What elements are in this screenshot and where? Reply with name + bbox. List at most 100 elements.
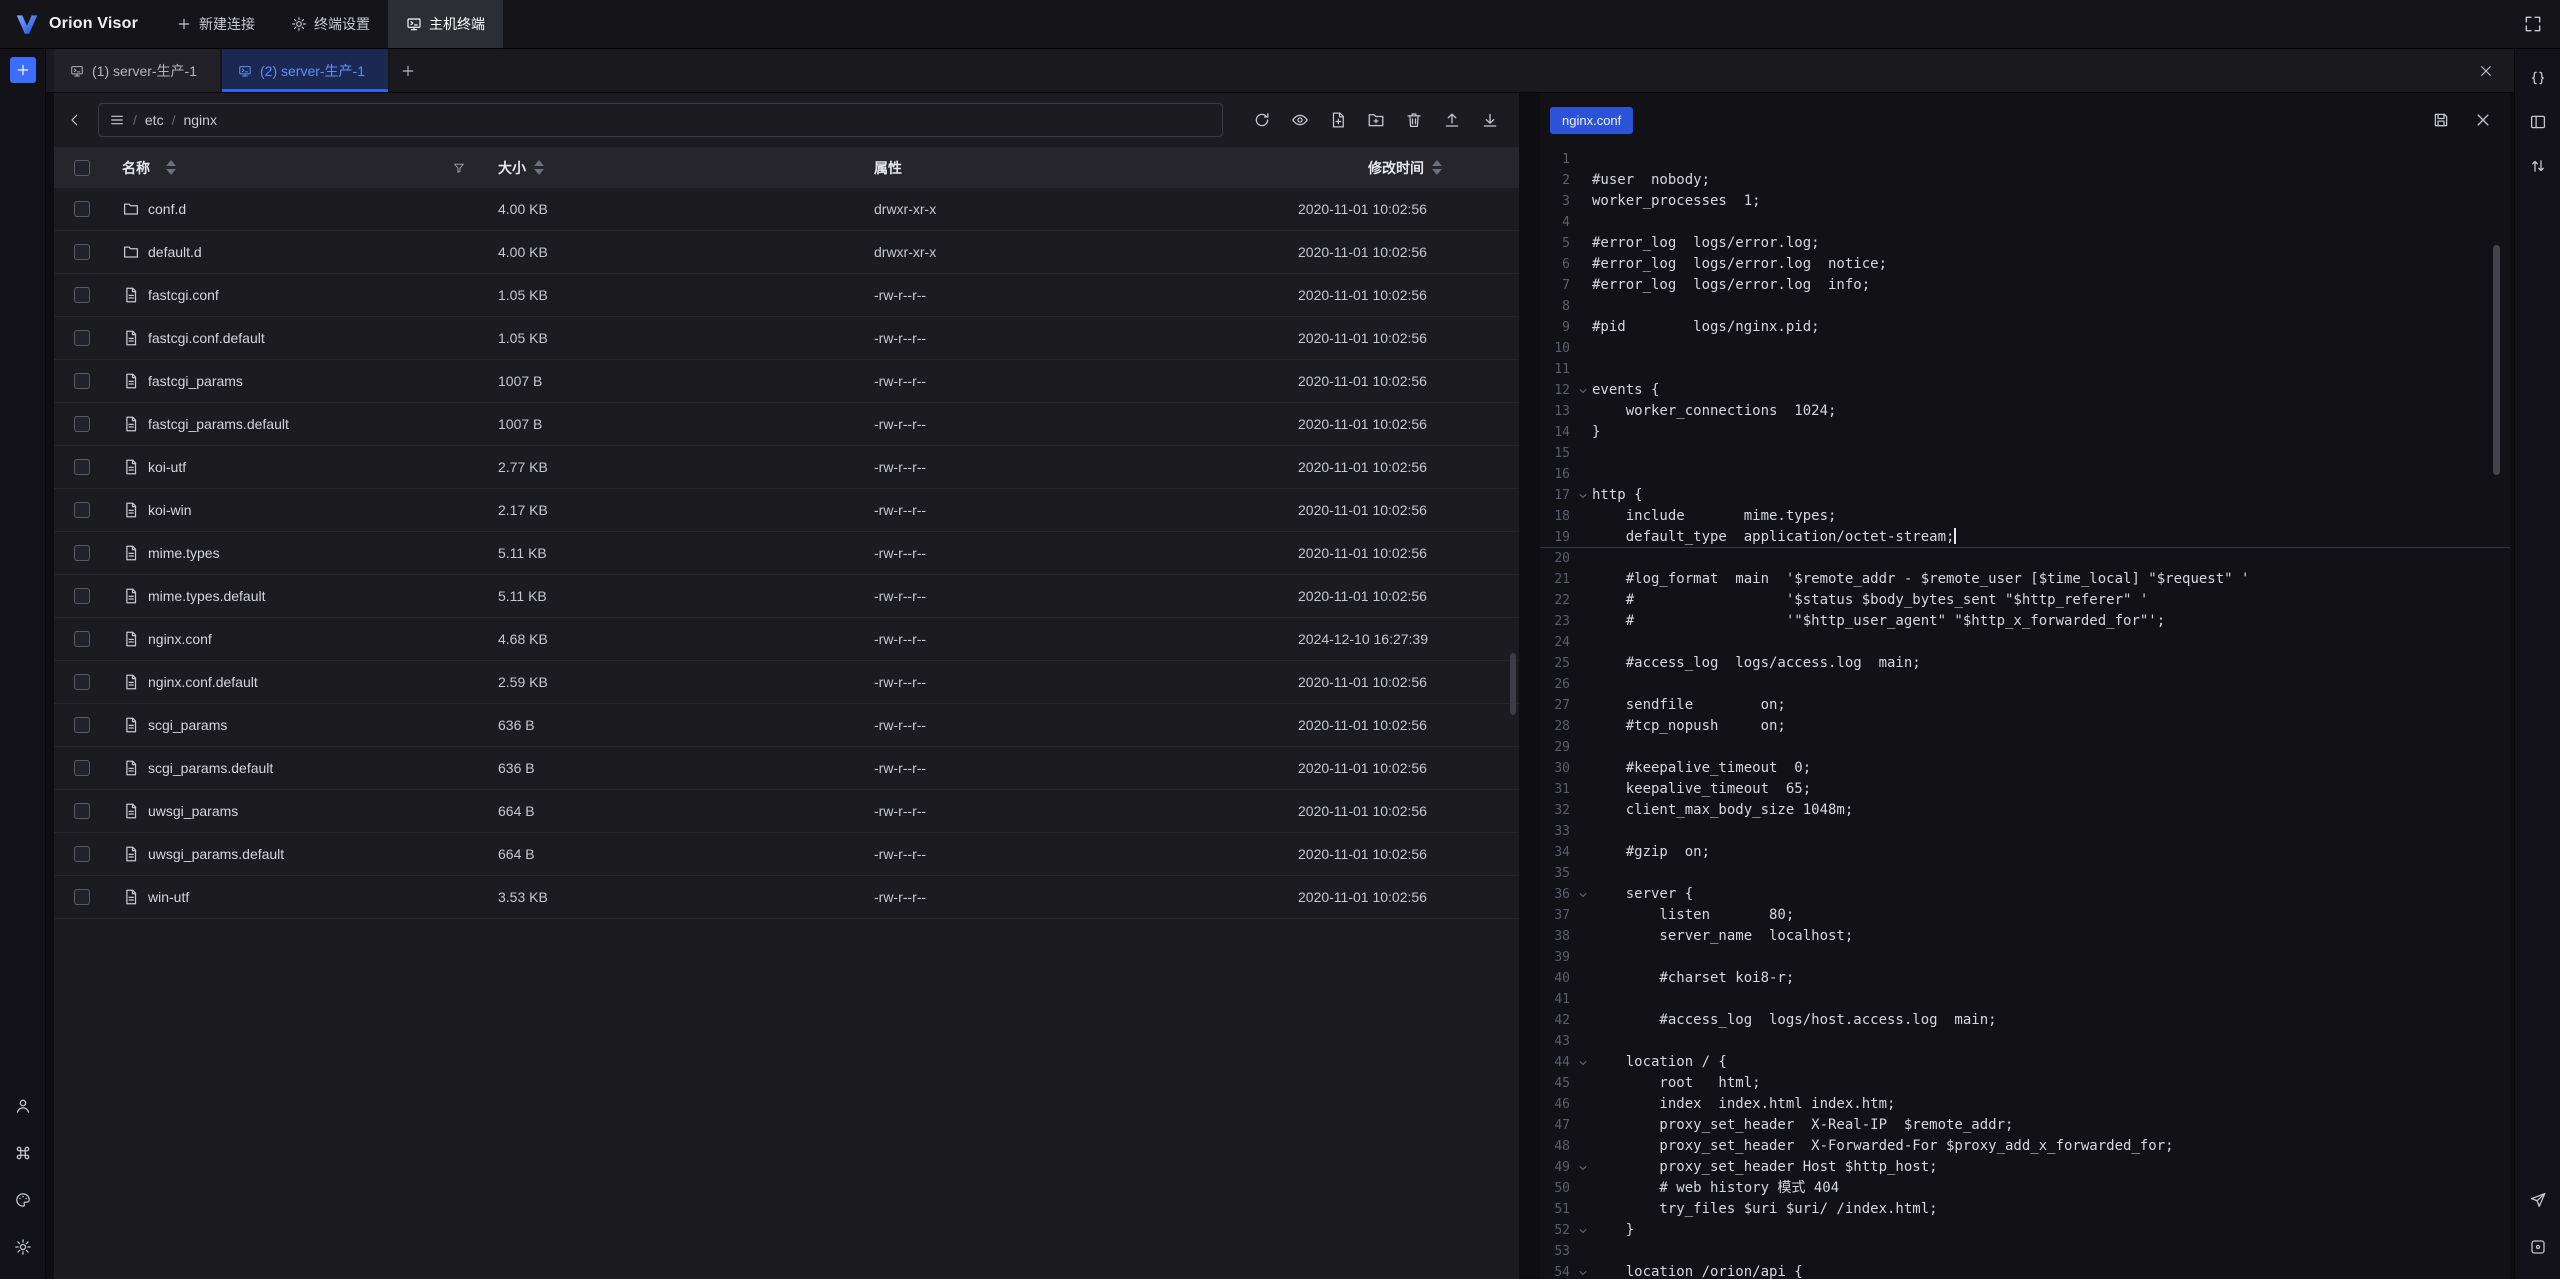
code-line[interactable]: 35 bbox=[1540, 863, 2510, 884]
code-line[interactable]: 38 server_name localhost; bbox=[1540, 926, 2510, 947]
code-line[interactable]: 50 # web history 模式 404 bbox=[1540, 1178, 2510, 1199]
sort-icon[interactable] bbox=[166, 160, 176, 175]
command-button[interactable] bbox=[6, 1133, 40, 1173]
table-row[interactable]: fastcgi.conf1.05 KB-rw-r--r--2020-11-01 … bbox=[54, 274, 1519, 317]
code-line[interactable]: 15 bbox=[1540, 443, 2510, 464]
code-line[interactable]: 41 bbox=[1540, 989, 2510, 1010]
row-checkbox[interactable] bbox=[74, 244, 90, 260]
row-checkbox[interactable] bbox=[74, 459, 90, 475]
close-editor-button[interactable] bbox=[2468, 105, 2498, 135]
theme-button[interactable] bbox=[6, 1180, 40, 1220]
code-line[interactable]: 7#error_log logs/error.log info; bbox=[1540, 275, 2510, 296]
app-box-button[interactable] bbox=[2521, 1227, 2555, 1267]
breadcrumb[interactable]: /etc/nginx bbox=[98, 103, 1223, 137]
code-line[interactable]: 30 #keepalive_timeout 0; bbox=[1540, 758, 2510, 779]
table-row[interactable]: mime.types5.11 KB-rw-r--r--2020-11-01 10… bbox=[54, 532, 1519, 575]
file-name[interactable]: uwsgi_params bbox=[148, 803, 238, 819]
file-name[interactable]: scgi_params bbox=[148, 717, 227, 733]
code-line[interactable]: 25 #access_log logs/access.log main; bbox=[1540, 653, 2510, 674]
code-line[interactable]: 31 keepalive_timeout 65; bbox=[1540, 779, 2510, 800]
editor-file-tab[interactable]: nginx.conf bbox=[1550, 107, 1633, 134]
row-checkbox[interactable] bbox=[74, 416, 90, 432]
code-line[interactable]: 37 listen 80; bbox=[1540, 905, 2510, 926]
table-row[interactable]: uwsgi_params664 B-rw-r--r--2020-11-01 10… bbox=[54, 790, 1519, 833]
code-line[interactable]: 43 bbox=[1540, 1031, 2510, 1052]
code-line[interactable]: 19 default_type application/octet-stream… bbox=[1540, 527, 2510, 548]
code-line[interactable]: 9#pid logs/nginx.pid; bbox=[1540, 317, 2510, 338]
save-button[interactable] bbox=[2426, 105, 2456, 135]
scrollbar-thumb[interactable] bbox=[1510, 653, 1516, 715]
table-row[interactable]: nginx.conf4.68 KB-rw-r--r--2024-12-10 16… bbox=[54, 618, 1519, 661]
file-name[interactable]: win-utf bbox=[148, 889, 189, 905]
column-header-name[interactable]: 名称 bbox=[122, 158, 150, 178]
row-checkbox[interactable] bbox=[74, 717, 90, 733]
code-line[interactable]: 2#user nobody; bbox=[1540, 170, 2510, 191]
table-row[interactable]: fastcgi.conf.default1.05 KB-rw-r--r--202… bbox=[54, 317, 1519, 360]
code-line[interactable]: 12events { bbox=[1540, 380, 2510, 401]
file-name[interactable]: nginx.conf.default bbox=[148, 674, 258, 690]
row-checkbox[interactable] bbox=[74, 803, 90, 819]
code-line[interactable]: 1 bbox=[1540, 149, 2510, 170]
fold-toggle-icon[interactable] bbox=[1577, 385, 1589, 397]
file-name[interactable]: fastcgi.conf bbox=[148, 287, 219, 303]
download-button[interactable] bbox=[1475, 105, 1505, 135]
table-row[interactable]: mime.types.default5.11 KB-rw-r--r--2020-… bbox=[54, 575, 1519, 618]
eye-button[interactable] bbox=[1285, 105, 1315, 135]
file-name[interactable]: scgi_params.default bbox=[148, 760, 273, 776]
code-line[interactable]: 48 proxy_set_header X-Forwarded-For $pro… bbox=[1540, 1136, 2510, 1157]
code-line[interactable]: 4 bbox=[1540, 212, 2510, 233]
menu-host-terminal[interactable]: 主机终端 bbox=[388, 0, 503, 48]
code-line[interactable]: 33 bbox=[1540, 821, 2510, 842]
code-line[interactable]: 40 #charset koi8-r; bbox=[1540, 968, 2510, 989]
code-line[interactable]: 47 proxy_set_header X-Real-IP $remote_ad… bbox=[1540, 1115, 2510, 1136]
code-line[interactable]: 18 include mime.types; bbox=[1540, 506, 2510, 527]
new-tab-button[interactable] bbox=[390, 49, 426, 92]
file-name[interactable]: conf.d bbox=[148, 201, 186, 217]
code-line[interactable]: 17http { bbox=[1540, 485, 2510, 506]
row-checkbox[interactable] bbox=[74, 545, 90, 561]
table-row[interactable]: koi-utf2.77 KB-rw-r--r--2020-11-01 10:02… bbox=[54, 446, 1519, 489]
row-checkbox[interactable] bbox=[74, 201, 90, 217]
fold-toggle-icon[interactable] bbox=[1577, 490, 1589, 502]
column-header-attr[interactable]: 属性 bbox=[860, 158, 1290, 178]
close-tabs-button[interactable] bbox=[2468, 49, 2504, 92]
scrollbar-thumb[interactable] bbox=[2493, 245, 2500, 475]
code-line[interactable]: 13 worker_connections 1024; bbox=[1540, 401, 2510, 422]
code-line[interactable]: 51 try_files $uri $uri/ /index.html; bbox=[1540, 1199, 2510, 1220]
code-line[interactable]: 24 bbox=[1540, 632, 2510, 653]
braces-button[interactable] bbox=[2521, 56, 2555, 100]
row-checkbox[interactable] bbox=[74, 889, 90, 905]
code-line[interactable]: 16 bbox=[1540, 464, 2510, 485]
refresh-button[interactable] bbox=[1247, 105, 1277, 135]
code-line[interactable]: 8 bbox=[1540, 296, 2510, 317]
new-folder-button[interactable] bbox=[1361, 105, 1391, 135]
file-name[interactable]: fastcgi_params.default bbox=[148, 416, 289, 432]
user-button[interactable] bbox=[6, 1086, 40, 1126]
table-row[interactable]: nginx.conf.default2.59 KB-rw-r--r--2020-… bbox=[54, 661, 1519, 704]
table-row[interactable]: scgi_params636 B-rw-r--r--2020-11-01 10:… bbox=[54, 704, 1519, 747]
code-line[interactable]: 28 #tcp_nopush on; bbox=[1540, 716, 2510, 737]
fold-toggle-icon[interactable] bbox=[1577, 1057, 1589, 1069]
code-line[interactable]: 6#error_log logs/error.log notice; bbox=[1540, 254, 2510, 275]
code-line[interactable]: 14} bbox=[1540, 422, 2510, 443]
sort-icon[interactable] bbox=[1432, 160, 1442, 175]
code-line[interactable]: 10 bbox=[1540, 338, 2510, 359]
code-line[interactable]: 52 } bbox=[1540, 1220, 2510, 1241]
code-line[interactable]: 42 #access_log logs/host.access.log main… bbox=[1540, 1010, 2510, 1031]
file-name[interactable]: mime.types bbox=[148, 545, 220, 561]
table-row[interactable]: conf.d4.00 KBdrwxr-xr-x2020-11-01 10:02:… bbox=[54, 188, 1519, 231]
code-line[interactable]: 3worker_processes 1; bbox=[1540, 191, 2510, 212]
code-line[interactable]: 49 proxy_set_header Host $http_host; bbox=[1540, 1157, 2510, 1178]
code-line[interactable]: 36 server { bbox=[1540, 884, 2510, 905]
row-checkbox[interactable] bbox=[74, 760, 90, 776]
filter-icon[interactable] bbox=[452, 161, 466, 175]
row-checkbox[interactable] bbox=[74, 846, 90, 862]
send-button[interactable] bbox=[2521, 1180, 2555, 1220]
file-name[interactable]: koi-win bbox=[148, 502, 192, 518]
fold-toggle-icon[interactable] bbox=[1577, 1162, 1589, 1174]
code-line[interactable]: 21 #log_format main '$remote_addr - $rem… bbox=[1540, 569, 2510, 590]
code-line[interactable]: 23 # '"$http_user_agent" "$http_x_forwar… bbox=[1540, 611, 2510, 632]
layout-button[interactable] bbox=[2521, 100, 2555, 144]
code-line[interactable]: 45 root html; bbox=[1540, 1073, 2510, 1094]
back-button[interactable] bbox=[60, 105, 90, 135]
